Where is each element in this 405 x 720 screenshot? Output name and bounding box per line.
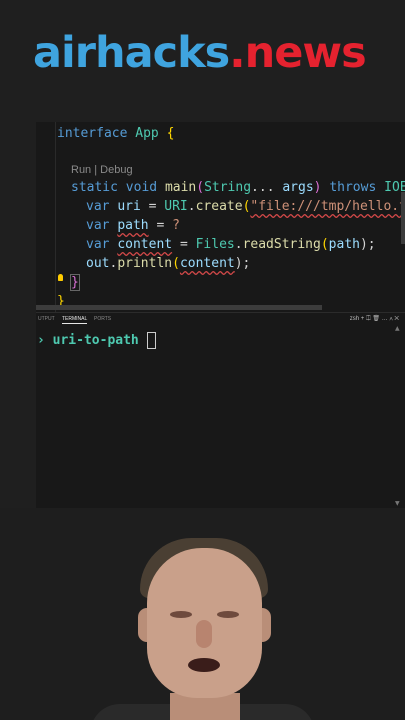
operator: = [179, 237, 188, 252]
paren: ) [313, 180, 322, 195]
variable: path [117, 218, 149, 233]
varargs: ... [251, 180, 275, 195]
paren: ( [196, 180, 205, 195]
code-line-3[interactable]: static void main(String... args) throws … [71, 179, 405, 197]
operator: = [156, 218, 165, 233]
variable: out [86, 256, 110, 271]
brace: { [166, 126, 175, 141]
tab-ports[interactable]: PORTS [94, 316, 111, 322]
dot: . [187, 199, 196, 214]
brace: } [70, 274, 80, 291]
code-line-6[interactable]: var content = Files.readString(path); [86, 236, 376, 254]
lightbulb-icon[interactable] [58, 274, 63, 281]
type-name: Files [195, 237, 235, 252]
keyword: void [125, 180, 158, 195]
presenter-nose [196, 620, 212, 648]
chevron-up-icon[interactable]: ▲ [395, 325, 400, 332]
terminal-cursor [147, 332, 156, 349]
logo-part1: airhacks [33, 28, 230, 78]
code-editor[interactable]: interface App { Run | Debug static void … [36, 122, 405, 312]
variable: content [117, 237, 173, 252]
paren: ); [234, 256, 251, 271]
method-name: main [164, 180, 197, 195]
code-line-8[interactable]: } [70, 274, 80, 292]
paren: ( [172, 256, 180, 271]
code-line-5[interactable]: var path = ? [86, 217, 180, 235]
method-name: println [117, 256, 173, 271]
keyword: interface [57, 126, 128, 141]
tab-terminal[interactable]: TERMINAL [62, 316, 88, 324]
logo: airhacks.news [33, 24, 367, 82]
param: args [282, 180, 314, 195]
banner: airhacks.news [0, 0, 405, 118]
code-line-1[interactable]: interface App { [57, 125, 174, 143]
presenter-mouth [188, 658, 220, 672]
code-line-4[interactable]: var uri = URI.create("file:///tmp/hello.… [86, 198, 405, 216]
terminal-prompt: › uri-to-path [37, 333, 139, 348]
editor-vertical-scrollbar[interactable] [401, 192, 405, 244]
logo-dot: . [229, 28, 245, 78]
variable: content [179, 256, 235, 271]
variable: uri [117, 199, 141, 214]
operator: = [148, 199, 157, 214]
type-name: String [204, 180, 252, 195]
paren: ); [359, 237, 376, 252]
logo-part2: news [244, 28, 367, 78]
type-name: App [135, 126, 159, 141]
string-literal: "file:///tmp/hello.tx [250, 199, 405, 214]
code-line-7[interactable]: out.println(content); [86, 255, 250, 273]
panel-tabs: UTPUT TERMINAL PORTS zsh + ⎅ 🗑 … ∧ ✕ [36, 313, 405, 327]
paren: ( [320, 237, 329, 252]
presenter-video [0, 508, 405, 720]
method-name: create [195, 199, 243, 214]
type-name: URI [164, 199, 188, 214]
dot: . [234, 237, 243, 252]
chevron-down-icon[interactable]: ▼ [395, 500, 400, 507]
presenter-eye [170, 611, 192, 618]
presenter-eye [217, 611, 239, 618]
codelens-run-debug[interactable]: Run | Debug [71, 164, 133, 176]
variable: path [328, 237, 360, 252]
code-content[interactable]: interface App { Run | Debug static void … [36, 122, 405, 312]
keyword: var [86, 199, 110, 214]
keyword: var [86, 237, 110, 252]
tab-output[interactable]: UTPUT [38, 316, 55, 322]
keyword: throws [329, 180, 377, 195]
keyword: var [86, 218, 110, 233]
placeholder: ? [172, 218, 180, 233]
keyword: static [71, 180, 118, 195]
method-name: readString [242, 237, 321, 252]
editor-horizontal-scrollbar[interactable] [36, 305, 322, 310]
terminal-toolbar[interactable]: zsh + ⎅ 🗑 … ∧ ✕ [350, 315, 399, 323]
